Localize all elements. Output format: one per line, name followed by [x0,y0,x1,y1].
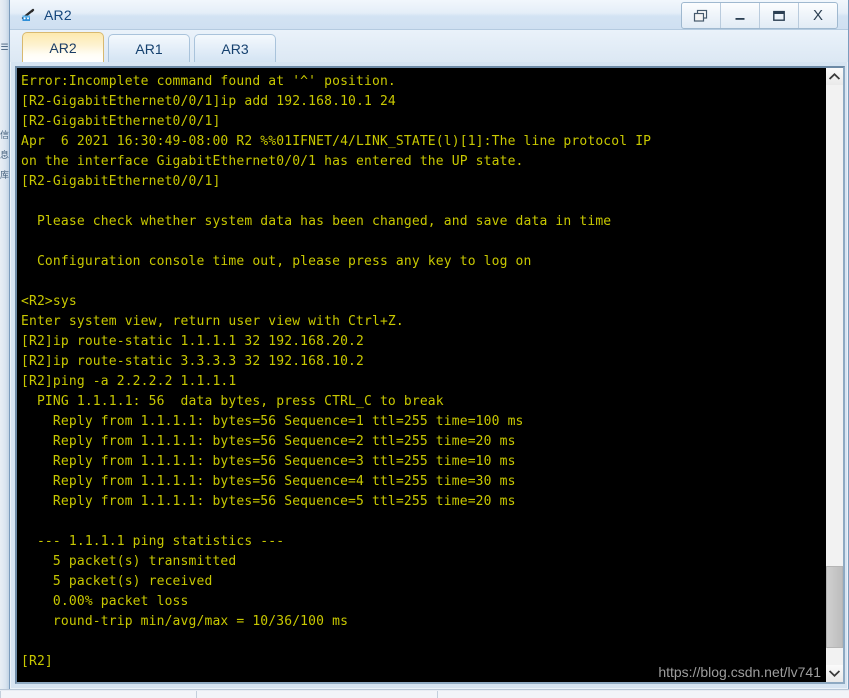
tab-ar1[interactable]: AR1 [108,34,190,62]
terminal-line: Enter system view, return user view with… [21,314,404,329]
chevron-up-icon [829,72,840,80]
scroll-up-button[interactable] [826,68,843,85]
scrollbar-track[interactable] [826,85,843,665]
terminal-line: [R2-GigabitEthernet0/0/1]ip add 192.168.… [21,94,396,109]
terminal-line: round-trip min/avg/max = 10/36/100 ms [21,614,349,629]
terminal-line: Reply from 1.1.1.1: bytes=56 Sequence=2 … [21,434,516,449]
background-glyph-1: 信 [0,130,9,140]
terminal-line: 5 packet(s) received [21,574,213,589]
terminal-line: PING 1.1.1.1: 56 data bytes, press CTRL_… [21,394,444,409]
terminal-line: [R2-GigabitEthernet0/0/1] [21,114,221,129]
tab-bar: AR2 AR1 AR3 [10,30,848,62]
terminal-line: 0.00% packet loss [21,594,189,609]
scroll-down-button[interactable] [826,665,843,682]
maximize-button[interactable] [760,3,799,28]
background-glyph-0: ☰ [0,42,9,52]
window-controls: X [681,2,838,29]
terminal-line: [R2-GigabitEthernet0/0/1] [21,174,221,189]
terminal-line: [R2]ip route-static 1.1.1.1 32 192.168.2… [21,334,364,349]
terminal-scrollbar[interactable] [825,68,843,682]
console-area: Error:Incomplete command found at '^' po… [15,66,845,684]
terminal-line: 5 packet(s) transmitted [21,554,237,569]
terminal-line: Reply from 1.1.1.1: bytes=56 Sequence=4 … [21,474,516,489]
restore-button[interactable] [682,3,721,28]
close-icon: X [812,7,823,24]
terminal-line: Apr 6 2021 16:30:49-08:00 R2 %%01IFNET/4… [21,134,652,149]
terminal-line: Reply from 1.1.1.1: bytes=56 Sequence=5 … [21,494,516,509]
tab-ar3-label: AR3 [221,40,249,57]
background-glyph-3: 库 [0,170,9,180]
terminal-line: Reply from 1.1.1.1: bytes=56 Sequence=3 … [21,454,516,469]
terminal-line: [R2] [21,654,53,669]
terminal-line: on the interface GigabitEthernet0/0/1 ha… [21,154,524,169]
terminal-line: Reply from 1.1.1.1: bytes=56 Sequence=1 … [21,414,524,429]
terminal-line: --- 1.1.1.1 ping statistics --- [21,534,285,549]
scrollbar-thumb[interactable] [826,566,843,648]
chevron-down-icon [829,670,840,678]
background-glyph-2: 息 [0,150,9,160]
terminal-text: Error:Incomplete command found at '^' po… [21,72,825,672]
minimize-button[interactable] [721,3,760,28]
router-icon [20,6,38,24]
terminal-line: Please check whether system data has bee… [21,214,612,229]
title-bar[interactable]: AR2 X [10,0,848,30]
tab-ar3[interactable]: AR3 [194,34,276,62]
terminal-line: <R2>sys [21,294,77,309]
terminal-line: Error:Incomplete command found at '^' po… [21,74,396,89]
window-title: AR2 [44,6,72,23]
tab-ar2-label: AR2 [49,39,77,56]
terminal-line: Configuration console time out, please p… [21,254,532,269]
minimize-icon [735,17,745,20]
close-button[interactable]: X [799,3,837,28]
terminal-line: [R2]ping -a 2.2.2.2 1.1.1.1 [21,374,237,389]
tab-ar2[interactable]: AR2 [22,32,104,62]
terminal-output[interactable]: Error:Incomplete command found at '^' po… [17,68,825,682]
maximize-icon [773,10,785,21]
console-window: AR2 X AR2 AR1 AR3 Error:Incomplete comma… [9,0,849,690]
tab-ar1-label: AR1 [135,40,163,57]
terminal-line: [R2]ip route-static 3.3.3.3 32 192.168.1… [21,354,364,369]
taskbar-strip [0,689,849,698]
restore-icon [693,9,708,22]
